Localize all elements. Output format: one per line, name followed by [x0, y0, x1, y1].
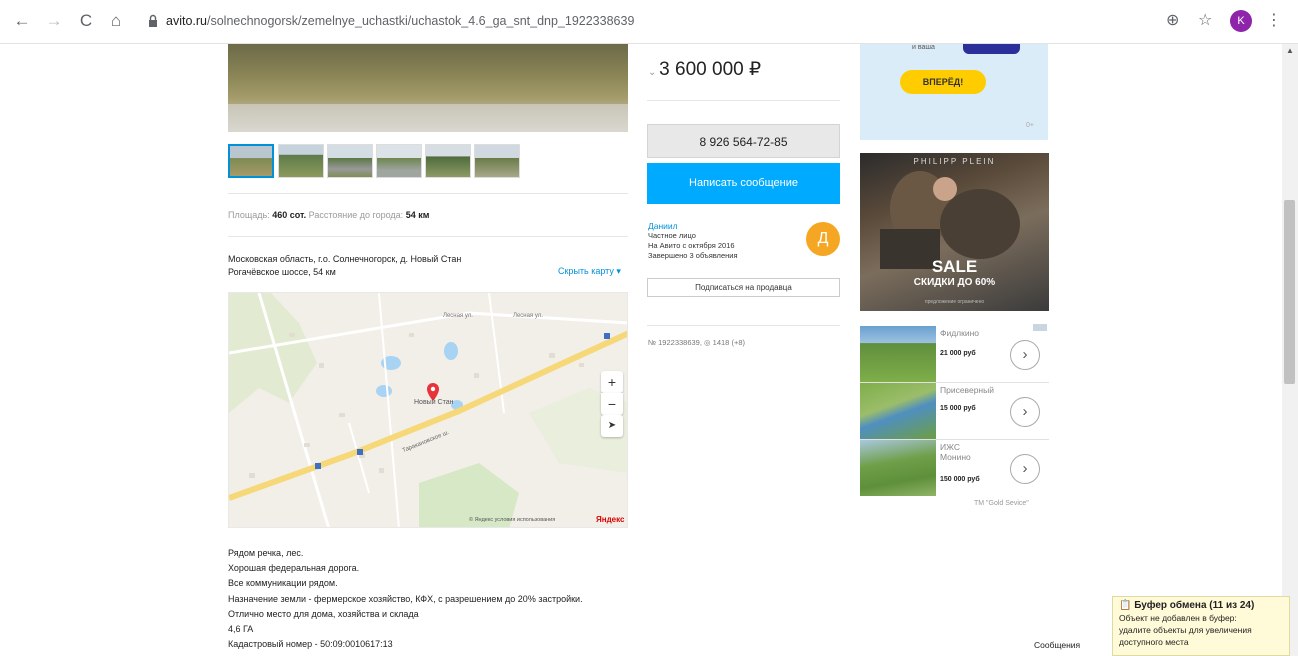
yandex-logo: Яндекс	[596, 515, 625, 524]
description: Рядом речка, лес. Хорошая федеральная до…	[228, 546, 583, 652]
thumbnail[interactable]	[327, 144, 373, 178]
seller-info: Даниил Частное лицо На Авито с октября 2…	[648, 221, 738, 261]
ad-image	[880, 171, 1020, 269]
messages-tab[interactable]: Сообщения	[1034, 640, 1080, 650]
description-line: Назначение земли - фермерское хозяйство,…	[228, 593, 583, 604]
ad-discount-text: СКИДКИ ДО 60%	[913, 277, 996, 288]
description-line: Хорошая федеральная дорога.	[228, 563, 360, 574]
ad-decoration	[963, 44, 1020, 54]
thumbnail[interactable]	[278, 144, 324, 178]
ad-listing-price: 21 000 руб	[940, 350, 976, 357]
ad-listing[interactable]: Присеверный 15 000 руб ›	[860, 383, 1049, 439]
ad-listing-title: Фидлкино	[940, 328, 980, 338]
description-line: Рядом речка, лес.	[228, 548, 304, 558]
star-icon[interactable]: ☆	[1198, 10, 1212, 30]
divider	[228, 236, 628, 237]
ad-listing-image	[860, 326, 936, 382]
seller-avatar[interactable]: Д	[806, 222, 840, 256]
zoom-out-button[interactable]: −	[601, 393, 623, 415]
profile-avatar[interactable]: K	[1230, 10, 1252, 32]
map-place-label: Новый Стан	[414, 399, 454, 406]
ad-listing-title: Присеверный	[940, 385, 994, 395]
chevron-right-icon[interactable]: ›	[1010, 340, 1040, 370]
ad-listing-image	[860, 383, 936, 439]
seller-type: Частное лицо	[648, 231, 696, 240]
ad-text: и ваша	[912, 44, 935, 51]
reload-icon[interactable]: C	[76, 11, 96, 31]
map-canvas	[229, 293, 627, 527]
forward-icon[interactable]: →	[44, 11, 64, 31]
clipboard-notice: 📋 Буфер обмена (11 из 24) Объект не доба…	[1112, 596, 1290, 656]
divider	[647, 100, 840, 101]
write-message-button[interactable]: Написать сообщение	[647, 163, 840, 204]
description-line: Кадастровый номер - 50:09:0010617:13	[228, 639, 393, 650]
menu-icon[interactable]: ⋮	[1266, 10, 1282, 30]
url-text: avito.ru/solnechnogorsk/zemelnye_uchastk…	[166, 14, 635, 28]
map-street-label: Лесная ул.	[443, 313, 473, 319]
divider	[228, 193, 628, 194]
thumbnail[interactable]	[425, 144, 471, 178]
ad-banner-fashion[interactable]: PHILIPP PLEIN SALE СКИДКИ ДО 60% предлож…	[860, 153, 1049, 311]
ad-listing-price: 15 000 руб	[940, 405, 976, 412]
thumbnail[interactable]	[376, 144, 422, 178]
clipboard-icon: 📋	[1119, 600, 1132, 611]
lock-icon	[149, 14, 157, 27]
home-icon[interactable]: ⌂	[106, 11, 126, 31]
seller-name[interactable]: Даниил	[648, 221, 738, 231]
map-copyright[interactable]: © Яндекс условия использования	[469, 517, 555, 523]
ad-listing[interactable]: Фидлкино 21 000 руб ›	[860, 326, 1049, 382]
phone-button[interactable]: 8 926 564-72-85	[647, 124, 840, 158]
ad-forward-button[interactable]: ВПЕРЁД!	[900, 70, 986, 94]
map-street-label: Лесная ул.	[513, 313, 543, 319]
description-line: 4,6 ГА	[228, 624, 254, 635]
hide-map-link[interactable]: Скрыть карту ▾	[558, 266, 621, 277]
ad-listing-price: 150 000 руб	[940, 476, 980, 483]
map[interactable]: Новый Стан Таракановское ш. Лесная ул. Л…	[228, 292, 628, 528]
main-photo[interactable]	[228, 44, 628, 132]
ad-listing-title: ИЖС Монино	[940, 442, 971, 462]
seller-since: На Авито с октября 2016	[648, 241, 735, 250]
zoom-in-button[interactable]: +	[601, 371, 623, 393]
eye-icon: ◎	[704, 338, 711, 347]
item-id: № 1922338639, ◎ 1418 (+8)	[648, 338, 745, 347]
browser-toolbar: ← → C ⌂ avito.ru/solnechnogorsk/zemelnye…	[0, 0, 1298, 44]
chevron-right-icon[interactable]: ›	[1010, 454, 1040, 484]
scroll-up-icon[interactable]: ▲	[1284, 46, 1296, 56]
back-icon[interactable]: ←	[12, 11, 32, 31]
ad-listing-image	[860, 440, 936, 496]
ad-age-badge: 0+	[1026, 122, 1034, 129]
description-line: Все коммуникации рядом.	[228, 578, 338, 589]
ad-listing[interactable]: ИЖС Монино 150 000 руб ›	[860, 440, 1049, 496]
address-line-1: Московская область, г.о. Солнечногорск, …	[228, 254, 462, 264]
seller-completed: Завершено 3 объявления	[648, 251, 738, 260]
ad-credit: TM "Gold Sevice"	[974, 500, 1029, 507]
subscribe-button[interactable]: Подписаться на продавца	[647, 278, 840, 297]
divider	[647, 325, 840, 326]
zoom-icon[interactable]: ⊕	[1166, 10, 1179, 30]
ad-sale-text: SALE	[931, 257, 978, 276]
description-line: Отлично место для дома, хозяйства и скла…	[228, 608, 419, 619]
ad-note: предложение ограничено	[924, 299, 985, 305]
price: ⌄ 3 600 000 ₽	[648, 59, 762, 80]
locate-button[interactable]: ➤	[601, 415, 623, 437]
address-line-2: Рогачёвское шоссе, 54 км	[228, 267, 336, 277]
views-count: 1418 (+8)	[712, 338, 745, 347]
chevron-right-icon[interactable]: ›	[1010, 397, 1040, 427]
params-line: Площадь: 460 сот. Расстояние до города: …	[228, 210, 430, 220]
address-bar[interactable]: avito.ru/solnechnogorsk/zemelnye_uchastk…	[142, 8, 1202, 36]
thumbnail[interactable]	[474, 144, 520, 178]
thumbnail[interactable]	[228, 144, 274, 178]
scrollbar-thumb[interactable]	[1284, 200, 1295, 384]
